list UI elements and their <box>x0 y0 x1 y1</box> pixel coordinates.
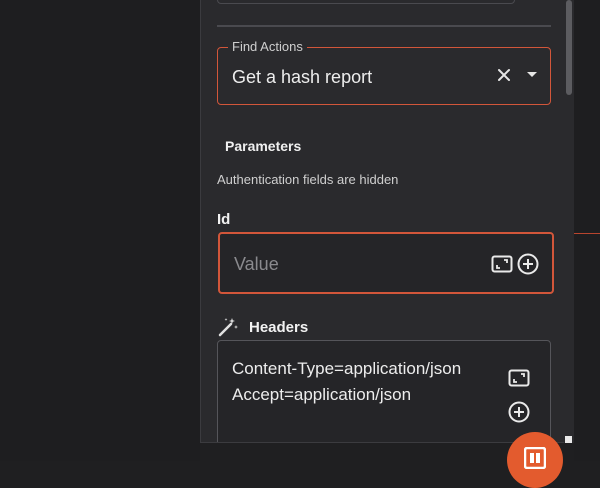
scrollbar-thumb[interactable] <box>566 0 572 95</box>
connector-line <box>574 233 600 234</box>
clear-icon[interactable] <box>494 65 514 85</box>
find-actions-value: Get a hash report <box>232 67 373 87</box>
expand-icon[interactable] <box>508 367 530 389</box>
app-fab-button[interactable] <box>507 432 563 488</box>
id-label: Id <box>217 211 231 228</box>
app-logo-icon <box>524 447 546 469</box>
canvas-background-right <box>574 0 600 461</box>
header-line-accept: Accept=application/json <box>232 385 412 404</box>
headers-header: Headers <box>217 316 308 338</box>
find-actions-label: Find Actions <box>228 39 307 55</box>
header-line-content-type: Content-Type=application/json <box>232 359 462 378</box>
headers-textarea[interactable]: Content-Type=application/json Accept=app… <box>217 340 551 442</box>
expand-icon[interactable] <box>491 253 513 275</box>
action-config-panel: Find Actions Get a hash report Parameter… <box>200 0 574 443</box>
headers-label: Headers <box>249 318 309 336</box>
dropdown-arrow-icon[interactable] <box>522 65 542 85</box>
add-circle-icon[interactable] <box>517 253 539 275</box>
id-input[interactable]: Value <box>218 232 554 294</box>
find-actions-select[interactable]: Find Actions Get a hash report <box>217 39 551 105</box>
previous-field[interactable] <box>217 0 515 4</box>
add-circle-icon[interactable] <box>508 401 530 423</box>
magic-wand-icon[interactable] <box>217 316 239 338</box>
section-divider <box>217 25 551 27</box>
id-placeholder: Value <box>234 254 279 274</box>
resize-handle[interactable] <box>565 436 572 443</box>
parameters-title: Parameters <box>225 138 302 154</box>
auth-hidden-note: Authentication fields are hidden <box>217 172 399 187</box>
canvas-background-left <box>0 0 200 461</box>
